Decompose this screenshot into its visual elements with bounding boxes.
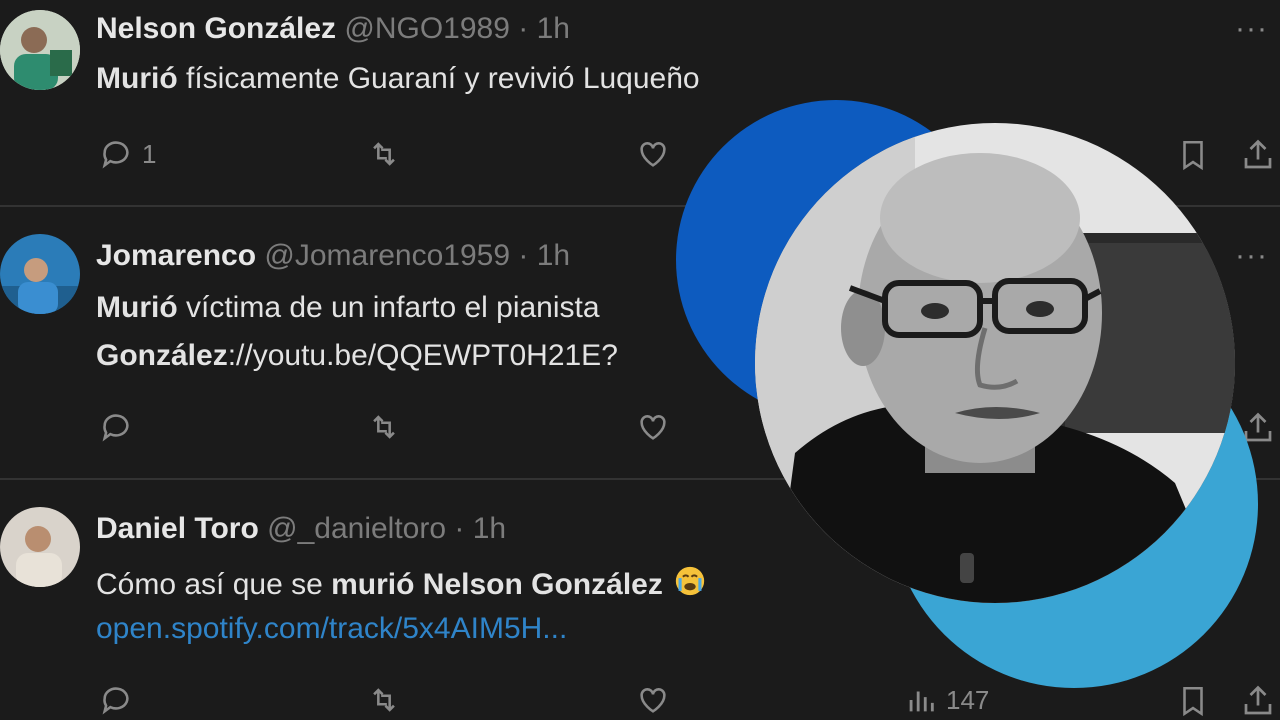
heart-icon	[640, 142, 666, 167]
portrait-image	[755, 123, 1235, 603]
avatar[interactable]	[0, 10, 80, 90]
tweet-text-bold: Murió	[96, 291, 178, 324]
like-button[interactable]	[634, 137, 672, 171]
crying-face-icon	[671, 564, 709, 606]
author-handle[interactable]: @_danieltoro	[267, 512, 446, 545]
avatar[interactable]	[0, 234, 80, 314]
tweet-text-bold: murió Nelson González	[331, 568, 663, 601]
more-options-icon[interactable]: ···	[1235, 12, 1268, 46]
views-count: 147	[946, 684, 990, 715]
more-options-icon[interactable]: ···	[1235, 239, 1268, 273]
tweet-text-rest: físicamente Guaraní y revivió Luqueño	[177, 62, 700, 95]
retweet-button[interactable]	[364, 410, 404, 444]
author-name[interactable]: Daniel Toro	[96, 512, 259, 545]
retweet-button[interactable]	[364, 683, 404, 717]
bookmark-button[interactable]	[1176, 137, 1210, 173]
reply-count: 1	[142, 138, 157, 169]
timestamp[interactable]: 1h	[473, 512, 506, 545]
tweet-text-line-2-rest: ://youtu.be/QQEWPT0H21E?	[227, 339, 618, 372]
bookmark-icon	[1183, 140, 1203, 171]
tweet-header: Daniel Toro @_danieltoro · 1h	[96, 512, 506, 546]
tweet-text: Cómo así que se murió Nelson González	[96, 564, 709, 606]
tweet-text-rest: víctima de un infarto el pianista	[177, 291, 600, 324]
avatar[interactable]	[0, 507, 80, 587]
bookmark-button[interactable]	[1176, 683, 1210, 719]
reply-icon	[102, 141, 129, 169]
separator-dot: ·	[454, 512, 465, 545]
reply-icon	[102, 687, 129, 715]
author-name[interactable]: Jomarenco	[96, 239, 256, 272]
tweet-link[interactable]: open.spotify.com/track/5x4AIM5H...	[96, 612, 567, 646]
retweet-icon	[373, 688, 395, 712]
views-button[interactable]: 147	[904, 683, 989, 717]
reply-button[interactable]	[98, 683, 134, 717]
tweet-text: Murió físicamente Guaraní y revivió Luqu…	[96, 62, 700, 96]
tweet-text-line-2: González://youtu.be/QQEWPT0H21E?	[96, 339, 618, 373]
tweet-text: Murió víctima de un infarto el pianista	[96, 291, 600, 325]
separator-dot: ·	[518, 239, 529, 272]
reply-button[interactable]: 1	[98, 137, 156, 171]
reply-icon	[102, 414, 129, 442]
author-handle[interactable]: @Jomarenco1959	[264, 239, 510, 272]
timestamp[interactable]: 1h	[537, 239, 570, 272]
share-icon	[1244, 139, 1272, 169]
author-handle[interactable]: @NGO1989	[344, 12, 510, 45]
share-button[interactable]	[1240, 683, 1276, 719]
like-button[interactable]	[634, 683, 672, 717]
tweet-text-bold: Murió	[96, 62, 178, 95]
share-button[interactable]	[1240, 137, 1276, 173]
bookmark-icon	[1183, 686, 1203, 717]
timestamp[interactable]: 1h	[537, 12, 570, 45]
like-button[interactable]	[634, 410, 672, 444]
author-name[interactable]: Nelson González	[96, 12, 336, 45]
retweet-icon	[373, 415, 395, 439]
tweet-header: Jomarenco @Jomarenco1959 · 1h	[96, 239, 570, 273]
share-icon	[1244, 685, 1272, 715]
heart-icon	[640, 688, 666, 713]
tweet-header: Nelson González @NGO1989 · 1h	[96, 12, 570, 46]
tweet-text-plain: Cómo así que se	[96, 568, 332, 601]
reply-button[interactable]	[98, 410, 134, 444]
portrait-photo	[755, 123, 1235, 603]
separator-dot: ·	[518, 12, 529, 45]
avatar-image	[0, 10, 80, 90]
avatar-image	[0, 507, 80, 587]
analytics-icon	[909, 691, 934, 712]
retweet-button[interactable]	[364, 137, 404, 171]
heart-icon	[640, 415, 666, 440]
retweet-icon	[373, 142, 395, 166]
avatar-image	[0, 234, 80, 314]
tweet-text-line-2-bold: González	[96, 339, 228, 372]
